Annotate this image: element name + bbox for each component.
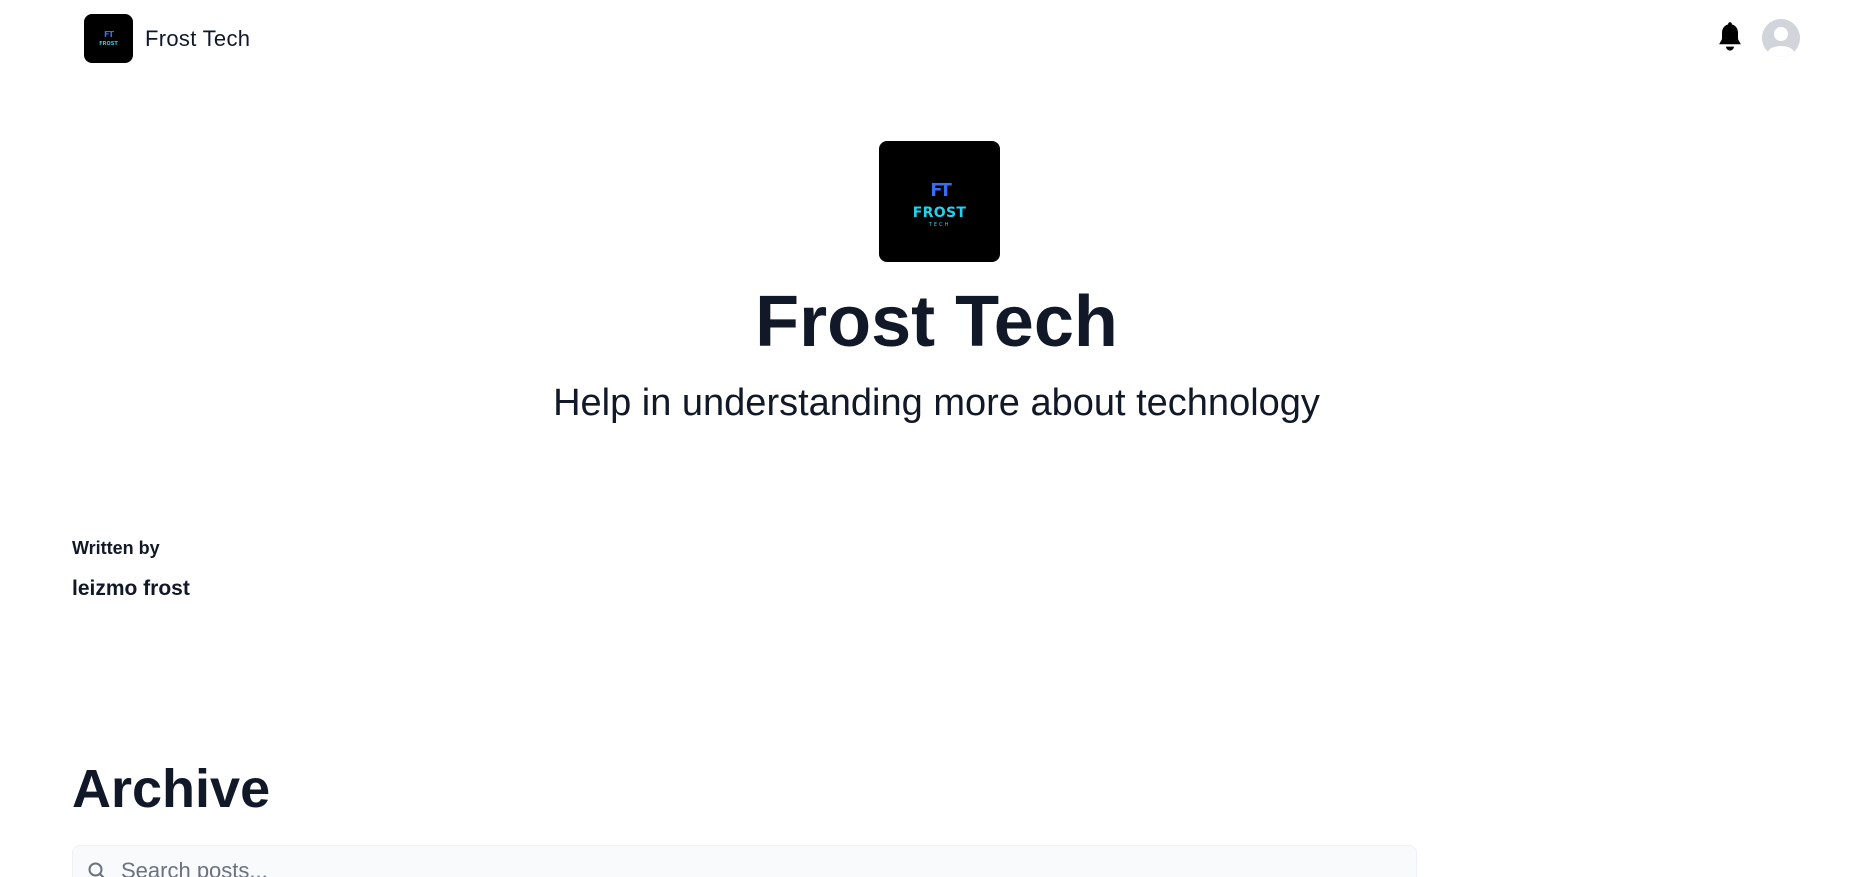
hero-logo: FT FROST TECH (879, 141, 1000, 262)
archive-heading: Archive (72, 759, 271, 819)
bell-icon (1719, 22, 1741, 51)
search-icon (88, 862, 105, 877)
avatar-placeholder-icon (1762, 19, 1800, 57)
page: FT FROST Frost Tech FT FROST TECH Frost … (0, 0, 1873, 877)
hero-logo-subtext: TECH (928, 221, 951, 228)
blog-title: Frost Tech (755, 282, 1118, 362)
brand-logo: FT FROST (84, 14, 133, 63)
blog-tagline: Help in understanding more about technol… (553, 382, 1320, 424)
brand-name: Frost Tech (145, 25, 251, 51)
brand-logo-wordmark: FROST (99, 40, 118, 47)
hero-logo-monogram: FT (930, 179, 952, 201)
brand-logo-monogram: FT (104, 29, 114, 39)
user-avatar[interactable] (1762, 19, 1800, 57)
brand-home-link[interactable]: FT FROST Frost Tech (84, 14, 250, 63)
author-name-link[interactable]: leizmo frost (72, 577, 190, 601)
hero-logo-wordmark: FROST (912, 204, 967, 221)
written-by-label: Written by (72, 538, 160, 558)
search-posts-box (72, 845, 1417, 877)
nav-actions (1712, 18, 1800, 58)
search-input[interactable] (119, 850, 1403, 877)
top-nav: FT FROST Frost Tech (0, 0, 1873, 78)
notifications-button[interactable] (1712, 18, 1748, 58)
